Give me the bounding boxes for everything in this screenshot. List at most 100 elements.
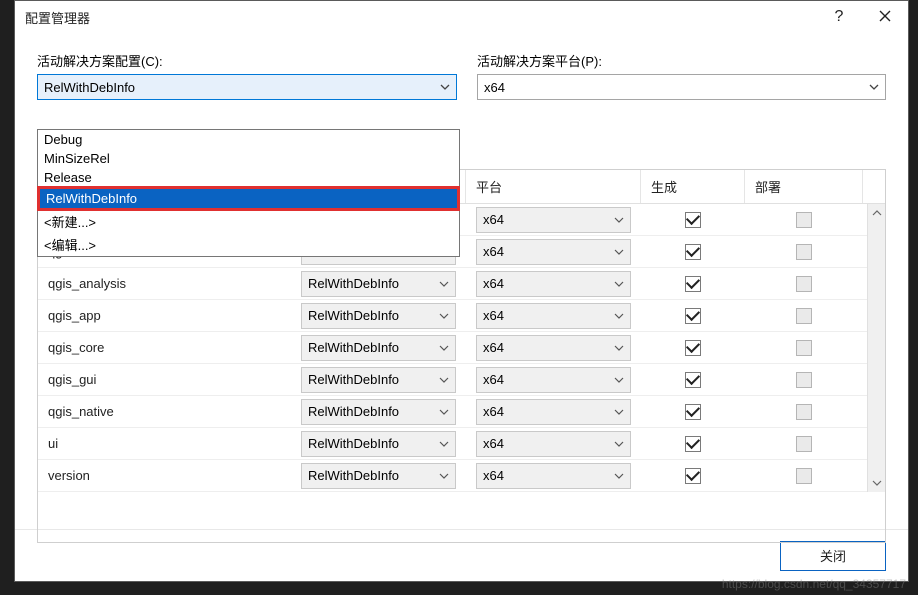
- chevron-down-icon: [614, 375, 624, 385]
- dropdown-option[interactable]: RelWithDebInfo: [37, 186, 460, 211]
- checkbox[interactable]: [685, 244, 701, 260]
- checkbox[interactable]: [685, 404, 701, 420]
- table-row: uiRelWithDebInfox64: [38, 428, 885, 460]
- active-config-combo[interactable]: RelWithDebInfo: [37, 74, 457, 100]
- cell-build[interactable]: [641, 428, 745, 459]
- table-row: qgis_nativeRelWithDebInfox64: [38, 396, 885, 428]
- active-config-value: RelWithDebInfo: [44, 80, 135, 95]
- col-platform[interactable]: 平台: [466, 170, 641, 203]
- checkbox[interactable]: [685, 436, 701, 452]
- cell-config[interactable]: RelWithDebInfo: [291, 428, 466, 459]
- cell-platform[interactable]: x64: [466, 300, 641, 331]
- table-row: qgis_guiRelWithDebInfox64: [38, 364, 885, 396]
- cell-project: ui: [38, 428, 291, 459]
- chevron-down-icon: [869, 82, 879, 92]
- cell-platform[interactable]: x64: [466, 364, 641, 395]
- cell-platform[interactable]: x64: [466, 236, 641, 267]
- chevron-down-icon: [614, 471, 624, 481]
- cell-deploy[interactable]: [745, 236, 863, 267]
- cell-project: qgis_native: [38, 396, 291, 427]
- cell-deploy[interactable]: [745, 300, 863, 331]
- config-manager-dialog: 配置管理器 ? 活动解决方案配置(C): RelWithDebInfo 活动: [14, 0, 909, 582]
- chevron-down-icon: [440, 82, 450, 92]
- cell-deploy[interactable]: [745, 204, 863, 235]
- cell-deploy[interactable]: [745, 332, 863, 363]
- close-button[interactable]: 关闭: [780, 541, 886, 571]
- checkbox-disabled: [796, 468, 812, 484]
- dropdown-option[interactable]: Release: [38, 168, 459, 187]
- scroll-up-icon[interactable]: [868, 204, 885, 222]
- window-title: 配置管理器: [25, 8, 816, 27]
- col-deploy[interactable]: 部署: [745, 170, 863, 203]
- cell-config[interactable]: RelWithDebInfo: [291, 300, 466, 331]
- cell-platform[interactable]: x64: [466, 428, 641, 459]
- checkbox-disabled: [796, 340, 812, 356]
- cell-build[interactable]: [641, 204, 745, 235]
- active-platform-value: x64: [484, 80, 505, 95]
- cell-build[interactable]: [641, 332, 745, 363]
- cell-platform[interactable]: x64: [466, 268, 641, 299]
- cell-deploy[interactable]: [745, 460, 863, 491]
- active-platform-combo[interactable]: x64: [477, 74, 886, 100]
- chevron-down-icon: [439, 343, 449, 353]
- cell-project: qgis_core: [38, 332, 291, 363]
- cell-build[interactable]: [641, 396, 745, 427]
- table-row: versionRelWithDebInfox64: [38, 460, 885, 492]
- checkbox-disabled: [796, 372, 812, 388]
- cell-deploy[interactable]: [745, 364, 863, 395]
- dropdown-option[interactable]: Debug: [38, 130, 459, 149]
- close-icon: [879, 10, 891, 25]
- chevron-down-icon: [614, 279, 624, 289]
- chevron-down-icon: [614, 215, 624, 225]
- checkbox-disabled: [796, 308, 812, 324]
- checkbox[interactable]: [685, 308, 701, 324]
- cell-config[interactable]: RelWithDebInfo: [291, 268, 466, 299]
- config-dropdown[interactable]: DebugMinSizeRelReleaseRelWithDebInfo<新建.…: [37, 129, 460, 257]
- window-close-button[interactable]: [862, 1, 908, 33]
- col-build[interactable]: 生成: [641, 170, 745, 203]
- dropdown-option[interactable]: <编辑...>: [38, 233, 459, 256]
- cell-build[interactable]: [641, 460, 745, 491]
- cell-platform[interactable]: x64: [466, 332, 641, 363]
- cell-config[interactable]: RelWithDebInfo: [291, 332, 466, 363]
- checkbox[interactable]: [685, 340, 701, 356]
- cell-build[interactable]: [641, 300, 745, 331]
- cell-platform[interactable]: x64: [466, 460, 641, 491]
- cell-config[interactable]: RelWithDebInfo: [291, 364, 466, 395]
- cell-deploy[interactable]: [745, 268, 863, 299]
- titlebar: 配置管理器 ?: [15, 1, 908, 33]
- checkbox[interactable]: [685, 212, 701, 228]
- chevron-down-icon: [439, 279, 449, 289]
- dropdown-option[interactable]: MinSizeRel: [38, 149, 459, 168]
- cell-platform[interactable]: x64: [466, 204, 641, 235]
- cell-build[interactable]: [641, 364, 745, 395]
- table-row: qgis_analysisRelWithDebInfox64: [38, 268, 885, 300]
- scroll-down-icon[interactable]: [868, 474, 885, 492]
- chevron-down-icon: [614, 343, 624, 353]
- cell-deploy[interactable]: [745, 396, 863, 427]
- chevron-down-icon: [439, 375, 449, 385]
- chevron-down-icon: [614, 407, 624, 417]
- chevron-down-icon: [439, 311, 449, 321]
- chevron-down-icon: [439, 407, 449, 417]
- dropdown-option[interactable]: <新建...>: [38, 210, 459, 233]
- cell-config[interactable]: RelWithDebInfo: [291, 460, 466, 491]
- cell-build[interactable]: [641, 268, 745, 299]
- checkbox-disabled: [796, 404, 812, 420]
- checkbox[interactable]: [685, 468, 701, 484]
- scrollbar[interactable]: [867, 204, 885, 492]
- help-button[interactable]: ?: [816, 1, 862, 33]
- cell-platform[interactable]: x64: [466, 396, 641, 427]
- checkbox[interactable]: [685, 372, 701, 388]
- chevron-down-icon: [614, 247, 624, 257]
- watermark: https://blog.csdn.net/qq_34357717: [722, 577, 906, 591]
- cell-deploy[interactable]: [745, 428, 863, 459]
- table-row: qgis_appRelWithDebInfox64: [38, 300, 885, 332]
- cell-build[interactable]: [641, 236, 745, 267]
- chevron-down-icon: [439, 439, 449, 449]
- cell-config[interactable]: RelWithDebInfo: [291, 396, 466, 427]
- cell-project: qgis_analysis: [38, 268, 291, 299]
- checkbox[interactable]: [685, 276, 701, 292]
- chevron-down-icon: [439, 471, 449, 481]
- chevron-down-icon: [614, 311, 624, 321]
